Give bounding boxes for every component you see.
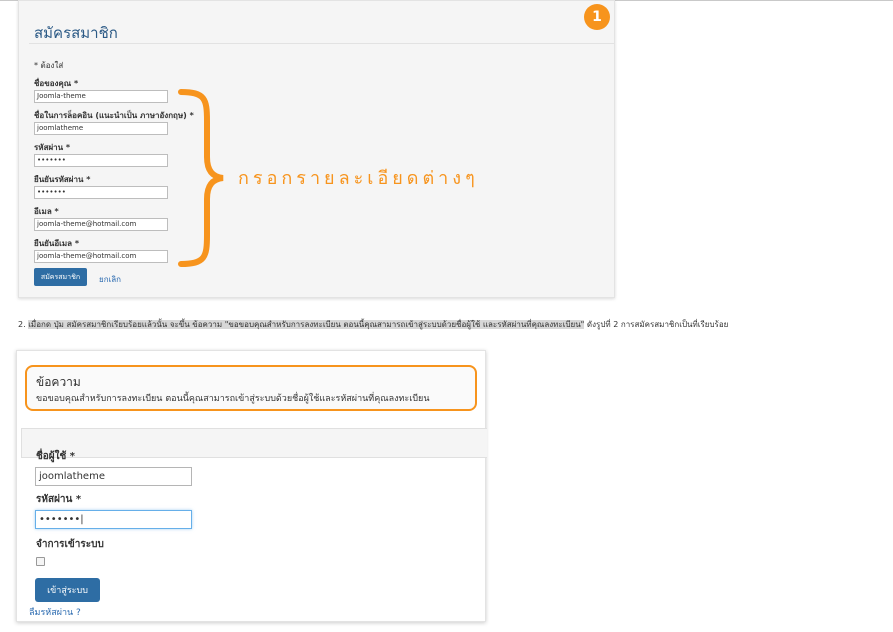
step-rest-text: ดังรูปที่ 2 การสมัครสมาชิกเป็นที่เรียบร้… bbox=[584, 320, 729, 329]
fill-details-annotation: กรอกรายละเอียดต่างๆ bbox=[238, 168, 479, 189]
password-input[interactable]: ••••••• bbox=[34, 154, 168, 167]
remember-label: จำการเข้าระบบ bbox=[36, 539, 104, 550]
login-screenshot: ข้อความ ขอขอบคุณสำหรับการลงทะเบียน ตอนนี… bbox=[16, 350, 487, 622]
step-badge: 1 bbox=[584, 4, 610, 30]
registration-screenshot: สมัครสมาชิก 1 * ต้องใส่ ชื่อของคุณ * Joo… bbox=[18, 0, 615, 298]
message-box: ข้อความ ขอขอบคุณสำหรับการลงทะเบียน ตอนนี… bbox=[25, 365, 477, 411]
email-label: อีเมล * bbox=[34, 207, 59, 216]
email-input[interactable]: joomla-theme@hotmail.com bbox=[34, 218, 168, 231]
login-button[interactable]: เข้าสู่ระบบ bbox=[35, 578, 100, 602]
curly-brace-icon bbox=[178, 89, 224, 267]
name-input[interactable]: Joomla-theme bbox=[34, 90, 168, 103]
login-password-label: รหัสผ่าน * bbox=[36, 494, 82, 505]
message-title: ข้อความ bbox=[36, 375, 81, 389]
cancel-link[interactable]: ยกเลิก bbox=[99, 273, 121, 286]
registration-heading: สมัครสมาชิก bbox=[34, 24, 118, 42]
password-label: รหัสผ่าน * bbox=[34, 143, 71, 152]
login-username-input[interactable]: joomlatheme bbox=[35, 467, 192, 486]
login-form-header bbox=[21, 428, 487, 458]
register-button[interactable]: สมัครสมาชิก bbox=[34, 268, 87, 286]
forgot-password-link[interactable]: ลืมรหัสผ่าน ? bbox=[29, 605, 81, 619]
username-label: ชื่อในการล็อคอิน (แนะนำเป็น ภาษาอังกฤษ) … bbox=[34, 111, 194, 120]
confirm-password-input[interactable]: ••••••• bbox=[34, 186, 168, 199]
username-input[interactable]: joomlatheme bbox=[34, 122, 168, 135]
remember-checkbox[interactable] bbox=[36, 557, 45, 566]
step-number: 2. bbox=[18, 320, 26, 329]
confirm-password-label: ยืนยันรหัสผ่าน * bbox=[34, 175, 91, 184]
login-password-input[interactable]: •••••••| bbox=[35, 510, 192, 529]
heading-divider bbox=[29, 43, 614, 44]
name-label: ชื่อของคุณ * bbox=[34, 79, 79, 88]
confirm-email-label: ยืนยันอีเมล * bbox=[34, 239, 79, 248]
login-username-label: ชื่อผู้ใช้ * bbox=[36, 451, 76, 462]
confirm-email-input[interactable]: joomla-theme@hotmail.com bbox=[34, 250, 168, 263]
step-highlight-text: เมื่อกด ปุ่ม สมัครสมาชิกเรียบร้อยแล้วนั้… bbox=[28, 320, 585, 329]
step-2-text: 2. เมื่อกด ปุ่ม สมัครสมาชิกเรียบร้อยแล้ว… bbox=[18, 318, 728, 331]
required-note: * ต้องใส่ bbox=[34, 61, 64, 70]
message-text: ขอขอบคุณสำหรับการลงทะเบียน ตอนนี้คุณสามา… bbox=[36, 394, 430, 404]
